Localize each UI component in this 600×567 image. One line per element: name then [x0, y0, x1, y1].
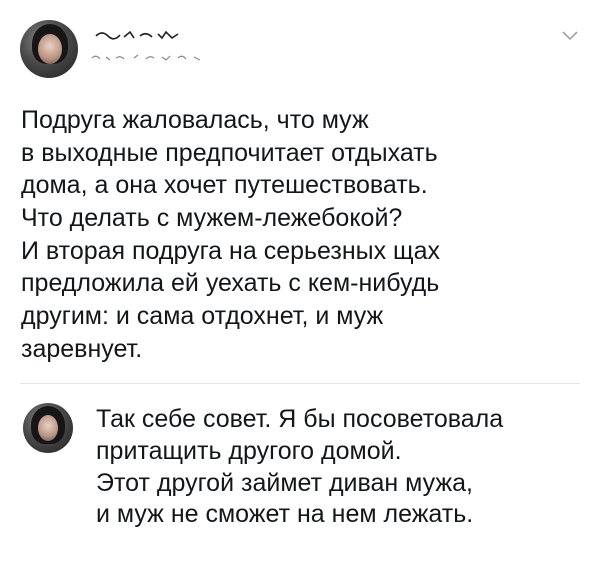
tweet-body: Подруга жаловалась, что муж в выходные п…: [21, 104, 581, 366]
tweet-line: в выходные предпочитает отдыхать: [21, 138, 438, 167]
reply-body: Так себе совет. Я бы посоветовала притащ…: [96, 404, 586, 531]
tweet-line: Что делать с мужем-лежебокой?: [21, 204, 403, 233]
reply-line: притащить другого домой.: [96, 436, 402, 465]
tweet-line: заревнует.: [21, 334, 143, 363]
avatar-face: [38, 34, 62, 64]
chevron-down-icon[interactable]: [561, 30, 579, 42]
avatar-face: [38, 415, 58, 441]
tweet-line: другим: и сама отдохнет, и муж: [21, 302, 384, 331]
reply-line: Так себе совет. Я бы посоветовала: [96, 405, 504, 433]
reply-line: и муж не сможет на нем лежать.: [96, 500, 474, 529]
divider: [20, 383, 580, 384]
tweet-line: дома, а она хочет путешествовать.: [21, 171, 428, 200]
author-name-obscured[interactable]: [94, 28, 184, 42]
reply-author-avatar[interactable]: [23, 403, 73, 453]
tweet-line: предложила ей уехать с кем-нибудь: [21, 269, 440, 298]
tweet-line: Подруга жаловалась, что муж: [21, 106, 369, 134]
reply-line: Этот другой займет диван мужа,: [96, 468, 474, 497]
author-avatar[interactable]: [20, 20, 78, 78]
author-handle-obscured: [91, 54, 201, 61]
tweet-line: И вторая подруга на серьезных щах: [21, 236, 441, 265]
